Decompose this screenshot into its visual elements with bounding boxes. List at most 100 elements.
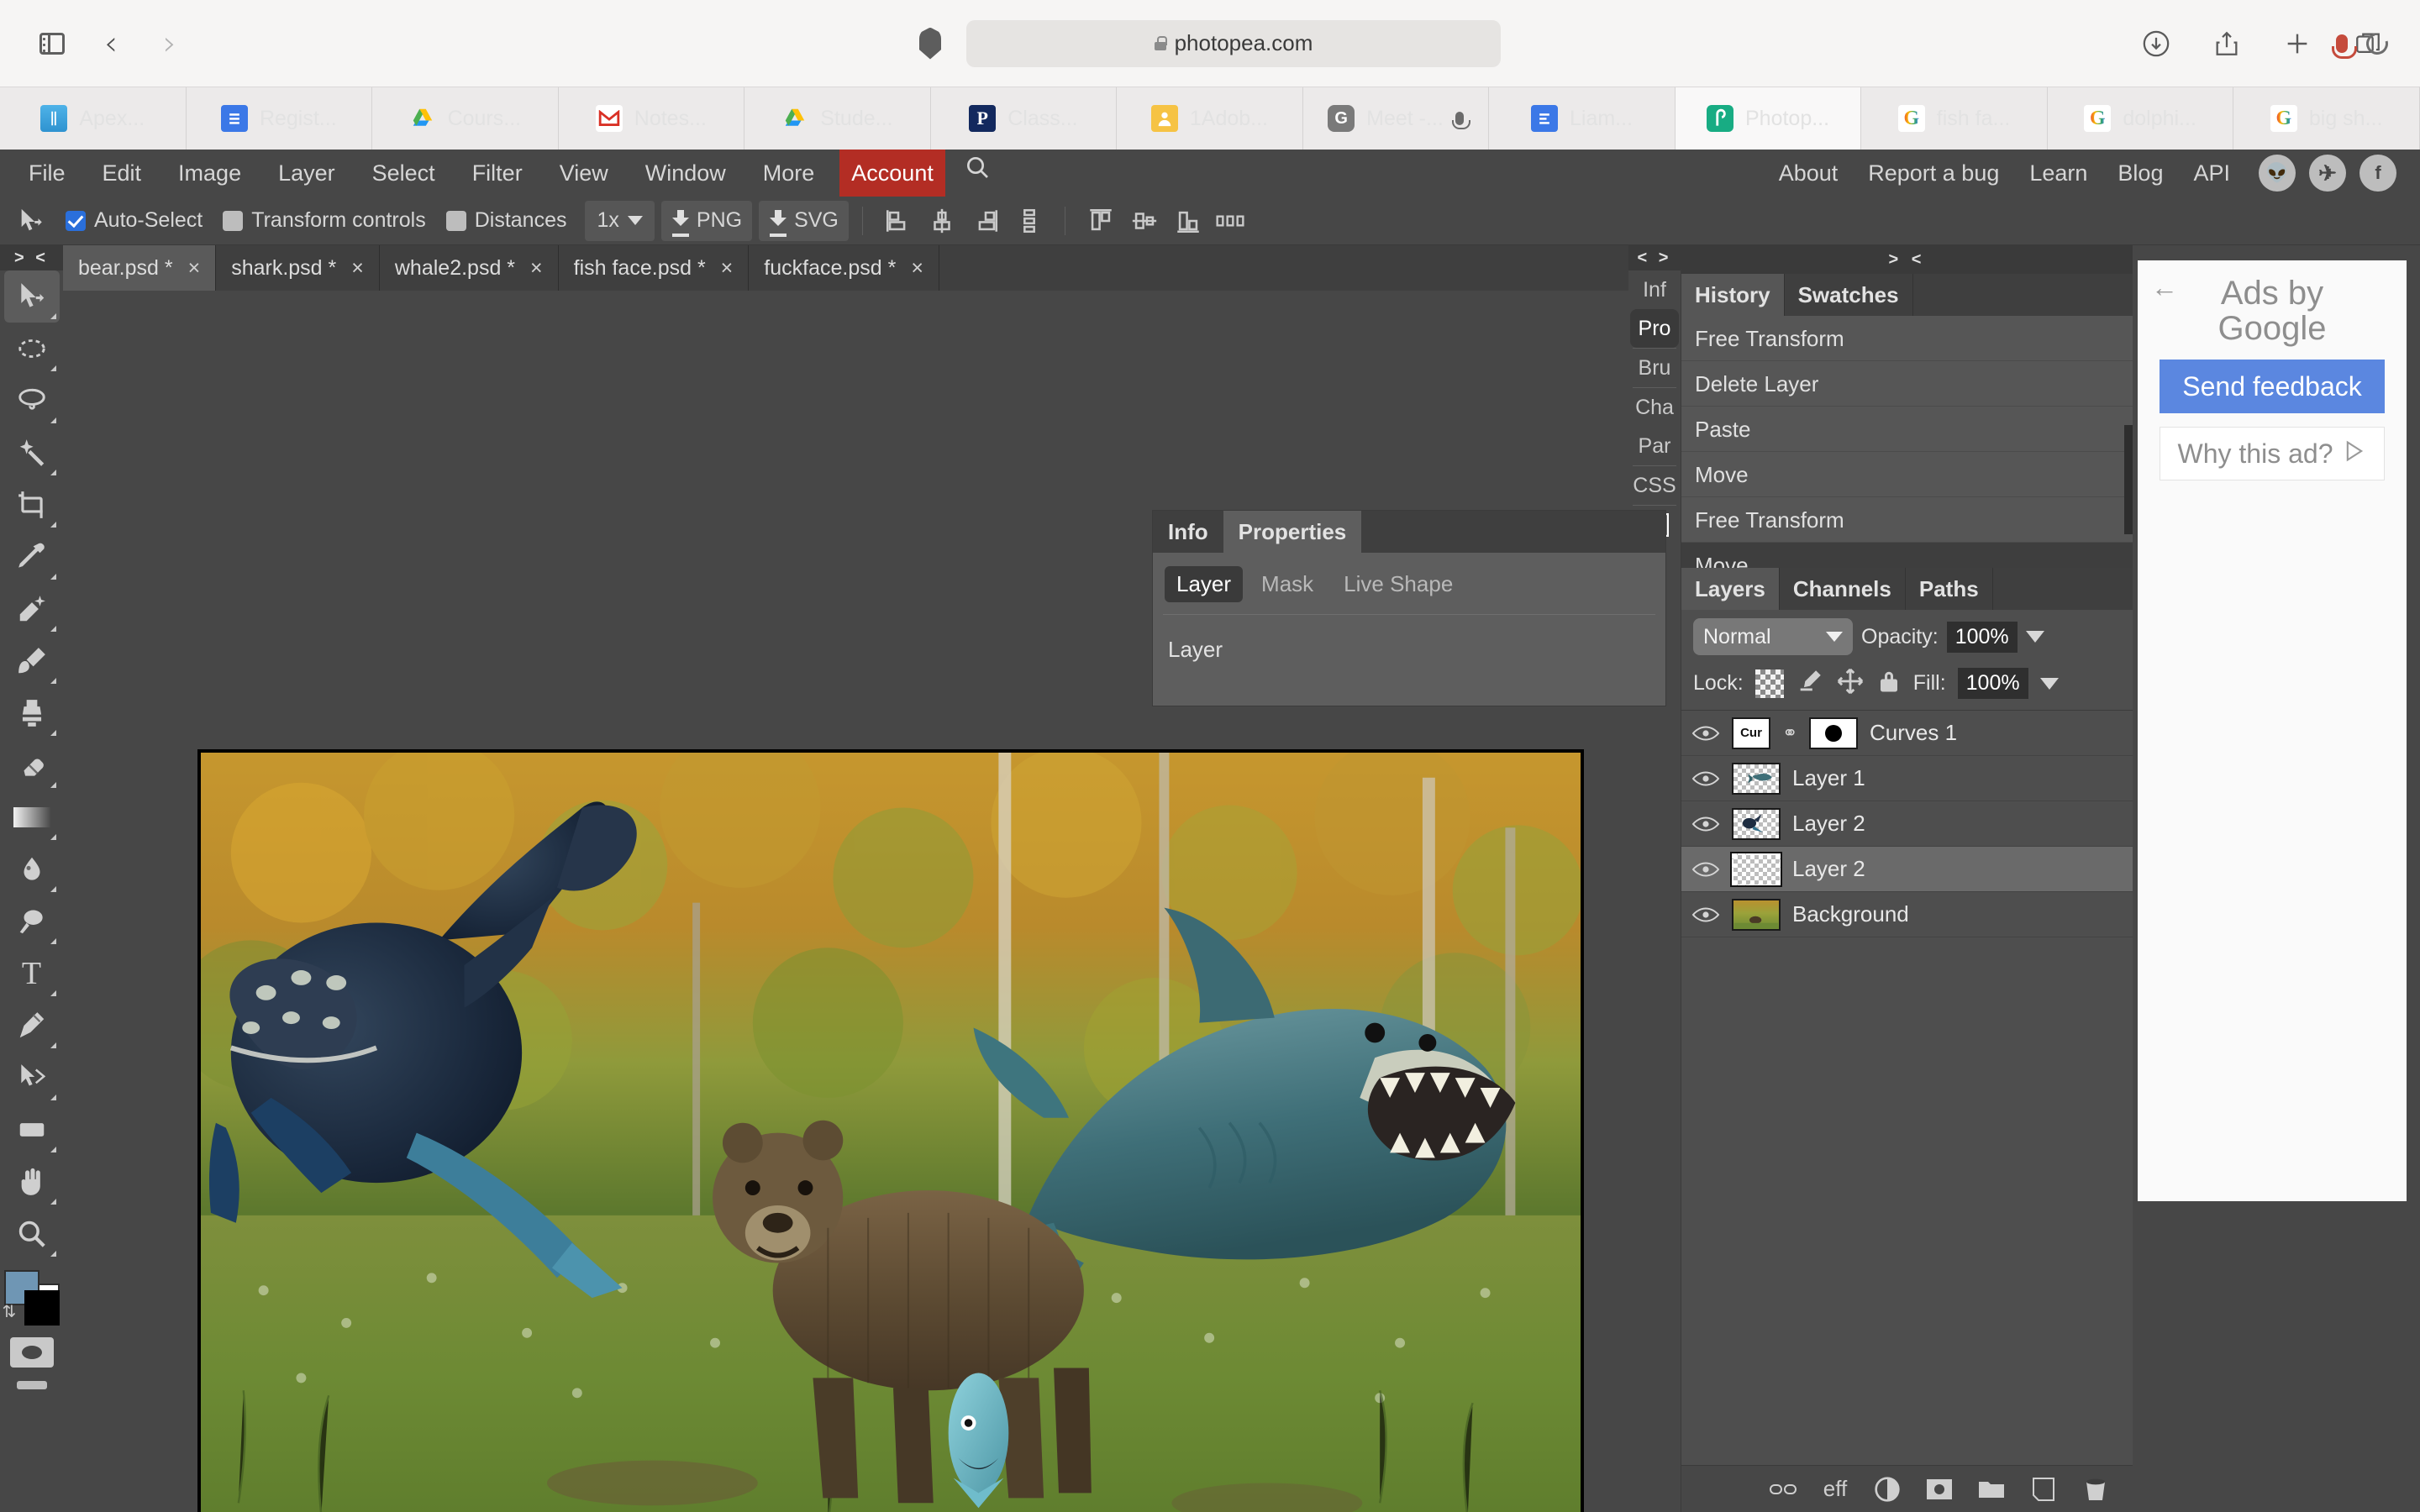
right-panel-collapse-button[interactable]: > < <box>1681 245 2133 274</box>
history-item-2[interactable]: Delete Layer <box>1681 361 2133 407</box>
delete-layer-icon[interactable] <box>2081 1474 2111 1504</box>
browser-tab-10[interactable]: Photop... <box>1676 87 1862 150</box>
layer-row[interactable]: Cur⚭Curves 1 <box>1681 711 2133 756</box>
lock-position-icon[interactable] <box>1836 667 1865 700</box>
close-icon[interactable]: × <box>911 256 923 281</box>
link-layers-icon[interactable] <box>1768 1474 1798 1504</box>
rail-tab-par[interactable]: Par <box>1630 427 1679 465</box>
layer-mask-icon[interactable] <box>1924 1474 1954 1504</box>
tab-swatches[interactable]: Swatches <box>1785 274 1913 316</box>
new-group-icon[interactable] <box>1976 1474 2007 1504</box>
path-selection-tool-icon[interactable] <box>4 1052 60 1104</box>
browser-tab-13[interactable]: Gbig sh... <box>2233 87 2420 150</box>
document-tab-3[interactable]: whale2.psd *× <box>380 245 559 291</box>
distribute-horizontal-icon[interactable] <box>1213 202 1250 239</box>
rectangle-tool-icon[interactable] <box>4 1104 60 1156</box>
layer-name[interactable]: Layer 1 <box>1792 765 1865 791</box>
menu-select[interactable]: Select <box>354 150 454 197</box>
close-icon[interactable]: × <box>351 256 364 281</box>
align-center-horizontal-icon[interactable] <box>923 202 960 239</box>
pen-tool-icon[interactable] <box>4 1000 60 1052</box>
swap-colors-icon[interactable]: ⇅ <box>3 1301 17 1322</box>
eraser-tool-icon[interactable] <box>4 739 60 791</box>
properties-panel[interactable]: Info Properties Layer Mask Live Shape La… <box>1153 511 1665 706</box>
send-feedback-button[interactable]: Send feedback <box>2160 360 2385 413</box>
gradient-tool-icon[interactable] <box>4 791 60 843</box>
canvas-area[interactable]: bear.psd *×shark.psd *×whale2.psd *×fish… <box>63 245 1628 1512</box>
history-item-6[interactable]: Move <box>1681 543 2133 568</box>
back-chevron-icon[interactable]: ‹ <box>87 20 134 67</box>
layer-row[interactable]: Layer 2 <box>1681 801 2133 847</box>
quick-mask-icon[interactable] <box>10 1337 54 1368</box>
move-tool-icon[interactable] <box>4 270 60 323</box>
forward-chevron-icon[interactable]: › <box>146 20 193 67</box>
back-arrow-icon[interactable]: ← <box>2151 272 2178 303</box>
layer-thumbnail[interactable] <box>1732 808 1781 840</box>
tab-layers[interactable]: Layers <box>1681 568 1780 610</box>
browser-tab-8[interactable]: GMeet -... <box>1303 87 1490 150</box>
menu-filter[interactable]: Filter <box>454 150 541 197</box>
why-this-ad-button[interactable]: Why this ad? <box>2160 427 2385 480</box>
brush-tool-icon[interactable] <box>4 635 60 687</box>
browser-tab-1[interactable]: Apex... <box>0 87 187 150</box>
address-input[interactable]: photopea.com <box>966 20 1501 67</box>
blend-mode-select[interactable]: Normal <box>1693 618 1853 655</box>
color-swatches[interactable]: ⇅ <box>3 1268 61 1327</box>
crop-tool-icon[interactable] <box>4 479 60 531</box>
reddit-icon[interactable]: 👽 <box>2259 155 2296 192</box>
align-right-icon[interactable] <box>967 202 1004 239</box>
rail-tab-inf[interactable]: Inf <box>1630 270 1679 309</box>
browser-tab-4[interactable]: Notes... <box>559 87 745 150</box>
blur-tool-icon[interactable] <box>4 843 60 895</box>
tab-history[interactable]: History <box>1681 274 1785 316</box>
align-top-icon[interactable] <box>1082 202 1119 239</box>
layer-thumbnail[interactable] <box>1732 853 1781 885</box>
fill-input[interactable]: 100% <box>1958 668 2028 699</box>
close-icon[interactable]: × <box>530 256 543 281</box>
tab-info[interactable]: Info <box>1153 511 1223 553</box>
download-icon[interactable] <box>2133 20 2180 67</box>
close-icon[interactable]: × <box>721 256 734 281</box>
layer-thumbnail[interactable] <box>1732 763 1781 795</box>
toolbar-collapse-button[interactable]: > < <box>0 245 63 270</box>
menu-edit[interactable]: Edit <box>84 150 160 197</box>
history-scrollbar[interactable] <box>2124 425 2133 534</box>
layer-visibility-eye-icon[interactable] <box>1691 859 1720 879</box>
distribute-vertical-icon[interactable] <box>1011 202 1048 239</box>
menu-window[interactable]: Window <box>627 150 744 197</box>
tab-paths[interactable]: Paths <box>1906 568 1993 610</box>
privacy-shield-icon[interactable] <box>919 28 941 60</box>
history-item-4[interactable]: Move <box>1681 452 2133 497</box>
layer-visibility-eye-icon[interactable] <box>1691 905 1720 925</box>
sub-tab-live-shape[interactable]: Live Shape <box>1332 566 1465 602</box>
rail-tab-css[interactable]: CSS <box>1630 466 1679 505</box>
microphone-icon[interactable] <box>2336 34 2348 53</box>
rail-tab-bru[interactable]: Bru <box>1630 349 1679 387</box>
lock-image-pixels-icon[interactable] <box>1796 667 1824 700</box>
layer-row[interactable]: Background <box>1681 892 2133 937</box>
reload-icon[interactable] <box>2362 29 2392 59</box>
rail-tab-cha[interactable]: Cha <box>1630 388 1679 427</box>
sub-tab-layer[interactable]: Layer <box>1165 566 1243 602</box>
document-tab-4[interactable]: fish face.psd *× <box>559 245 750 291</box>
rail-collapse-button[interactable]: < > <box>1628 245 1681 270</box>
opacity-dropdown-icon[interactable] <box>2026 631 2044 643</box>
history-list[interactable]: Free TransformDelete LayerPasteMoveFree … <box>1681 316 2133 568</box>
menu-image[interactable]: Image <box>160 150 260 197</box>
eyedropper-tool-icon[interactable] <box>4 531 60 583</box>
link-api[interactable]: API <box>2178 150 2245 197</box>
history-item-1[interactable]: Free Transform <box>1681 316 2133 361</box>
browser-tab-2[interactable]: Regist... <box>187 87 373 150</box>
menu-layer[interactable]: Layer <box>260 150 354 197</box>
link-mask-icon[interactable]: ⚭ <box>1782 721 1797 746</box>
link-blog[interactable]: Blog <box>2102 150 2178 197</box>
rail-tab-pro[interactable]: Pro <box>1630 309 1679 348</box>
distances-checkbox[interactable] <box>446 211 466 231</box>
magic-wand-tool-icon[interactable] <box>4 427 60 479</box>
menu-account[interactable]: Account <box>839 150 945 197</box>
layer-effects-icon[interactable]: eff <box>1820 1474 1850 1504</box>
dodge-tool-icon[interactable] <box>4 895 60 948</box>
layer-visibility-eye-icon[interactable] <box>1691 769 1720 789</box>
layer-mask-thumbnail[interactable] <box>1809 717 1858 749</box>
layer-name[interactable]: Background <box>1792 901 1909 927</box>
